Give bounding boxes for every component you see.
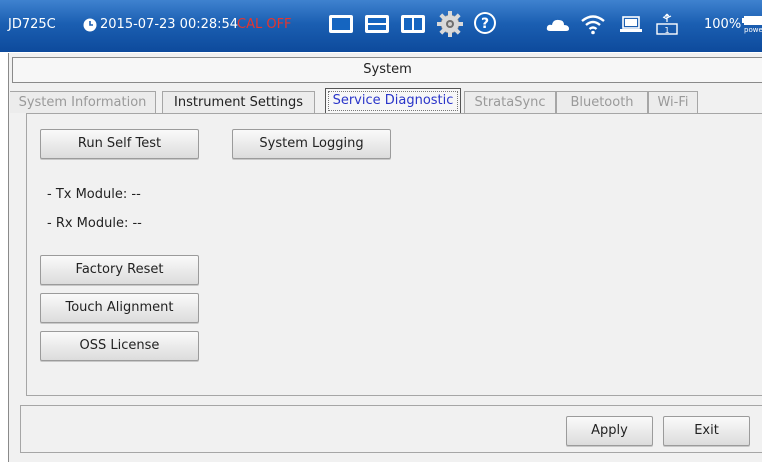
oss-license-button[interactable]: OSS License [40,331,199,361]
tab-bluetooth[interactable]: Bluetooth [556,91,648,113]
window-title: System [12,57,762,83]
usb-icon: 1 [656,13,678,35]
tab-instrument-settings[interactable]: Instrument Settings [162,91,315,113]
help-icon[interactable]: ? [472,10,498,36]
exit-button[interactable]: Exit [663,416,750,446]
model-label: JD725C [8,17,56,32]
laptop-icon [620,16,642,32]
run-self-test-button[interactable]: Run Self Test [40,129,199,159]
apply-button[interactable]: Apply [566,416,653,446]
cloud-icon [546,19,569,31]
tx-module-status: - Tx Module: -- [47,187,141,202]
battery-percent: 100% [704,17,742,32]
wifi-icon [581,15,605,35]
system-logging-button[interactable]: System Logging [232,129,391,159]
status-bar: JD725C 2015-07-23 00:28:54 CAL OFF ? 1 1… [0,0,762,52]
touch-alignment-button[interactable]: Touch Alignment [40,293,199,323]
battery-icon [742,16,762,25]
datetime-label: 2015-07-23 00:28:54 [100,17,239,32]
factory-reset-button[interactable]: Factory Reset [40,255,199,285]
svg-text:?: ? [481,16,489,32]
tab-system-information[interactable]: System Information [10,91,156,113]
tab-service-diagnostic[interactable]: Service Diagnostic [325,88,461,114]
settings-gear-icon[interactable] [436,10,464,38]
clock-icon [83,18,97,32]
cal-status: CAL OFF [237,17,292,32]
svg-text:1: 1 [664,26,669,35]
power-label: power [744,26,762,34]
dual-view-icon[interactable] [363,12,391,36]
tab-wi-fi[interactable]: Wi-Fi [648,91,698,113]
split-view-icon[interactable] [399,12,427,36]
single-view-icon[interactable] [327,12,355,36]
rx-module-status: - Rx Module: -- [47,216,142,231]
tab-stratasync[interactable]: StrataSync [464,91,556,113]
